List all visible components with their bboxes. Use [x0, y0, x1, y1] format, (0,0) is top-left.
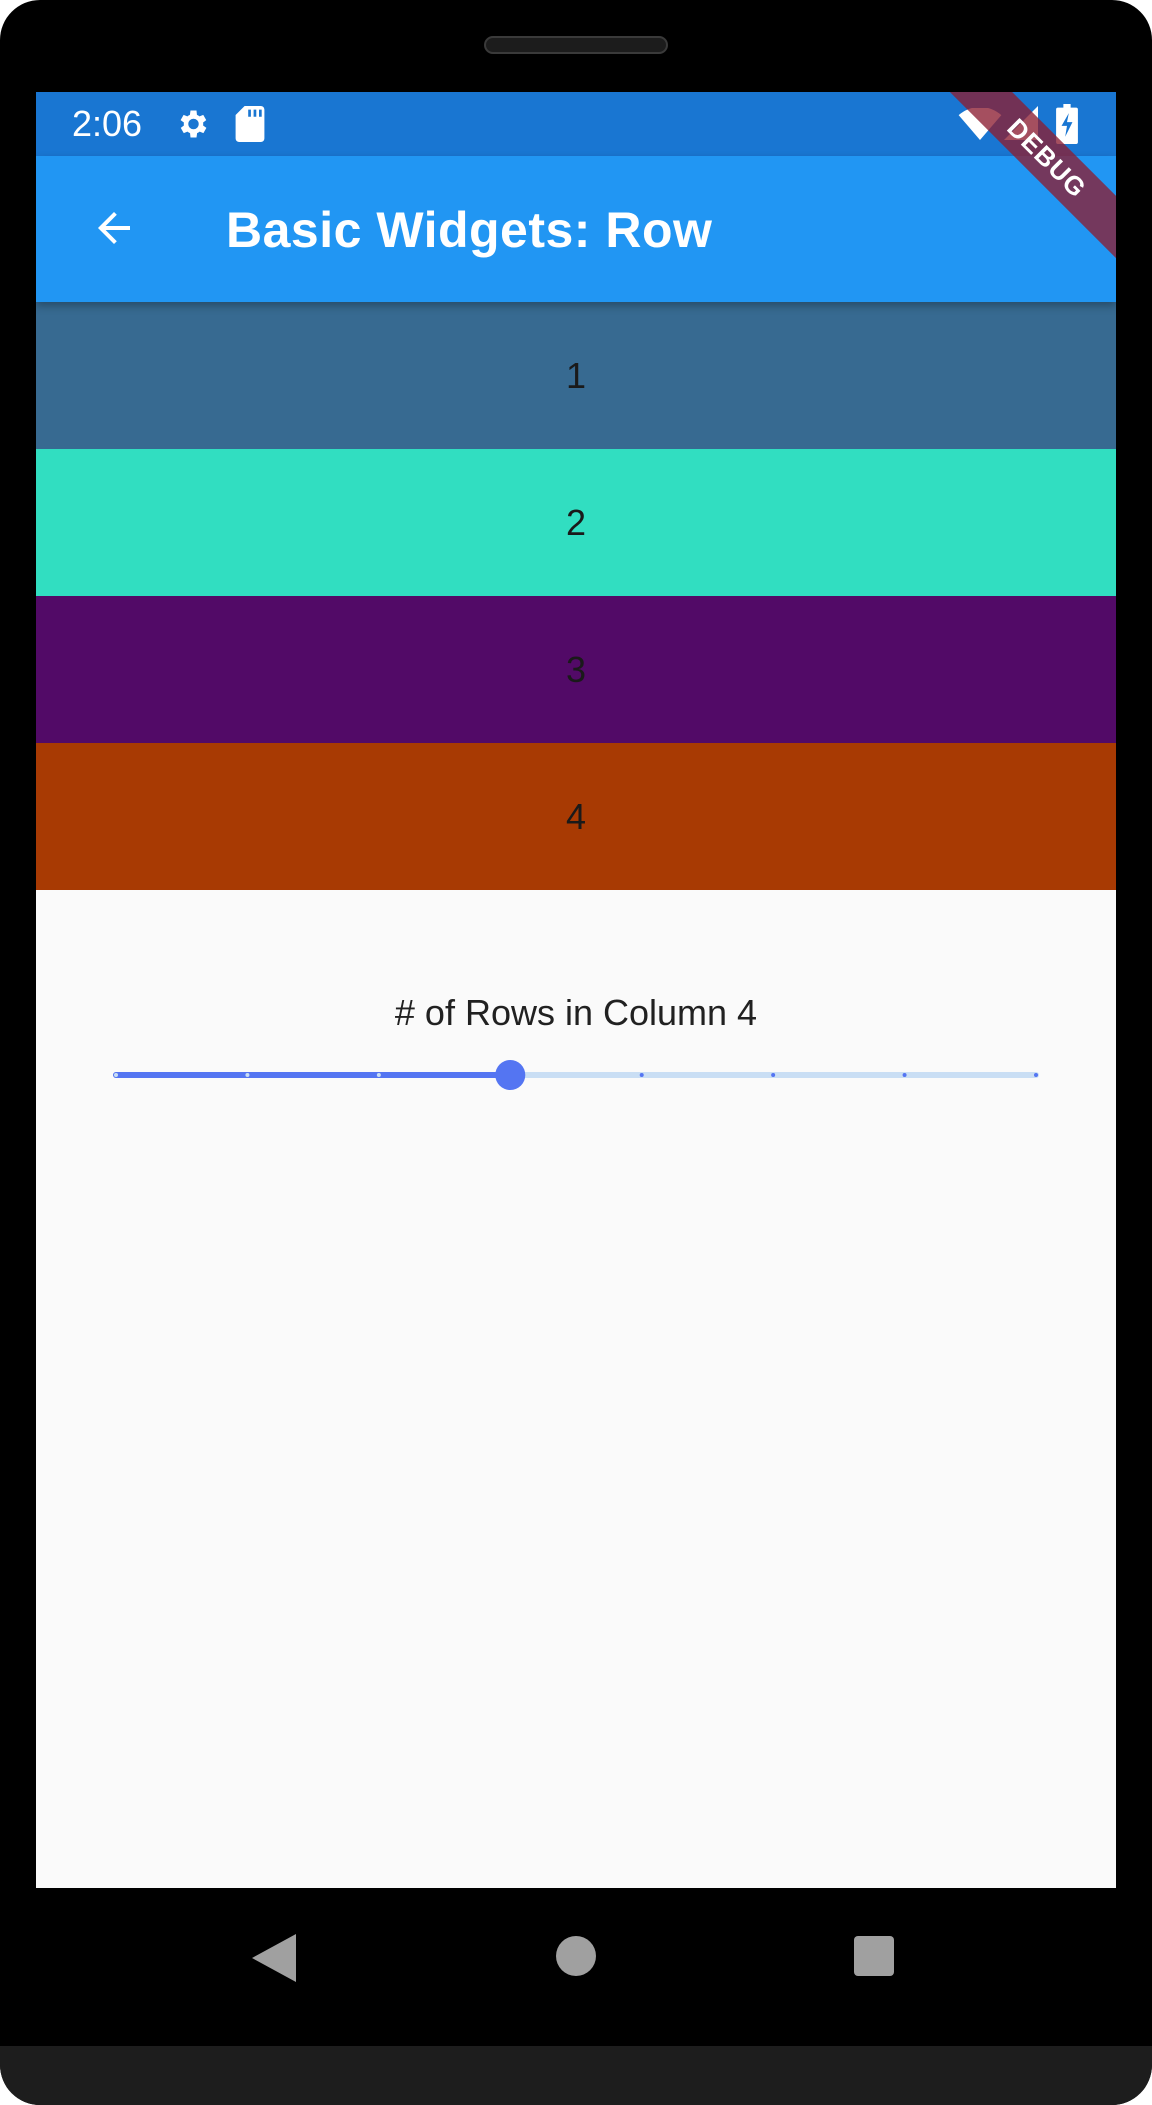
row-label: 2	[565, 501, 587, 543]
slider-tick	[245, 1073, 250, 1077]
speaker-grille	[484, 36, 668, 54]
slider-label: # of Rows in Column 4	[394, 992, 758, 1033]
color-row: 1	[36, 302, 1116, 449]
arrow-back-icon	[90, 204, 138, 257]
color-row: 2	[36, 449, 1116, 596]
back-button[interactable]	[76, 192, 152, 268]
rows-slider[interactable]	[78, 1047, 1074, 1103]
phone-frame: 2:06 Basic Widgets: Row DEBUG 1 2 3 4 # …	[0, 0, 1152, 2105]
slider-tick	[1034, 1073, 1038, 1077]
row-label: 4	[565, 795, 587, 837]
app-bar: Basic Widgets: Row	[36, 156, 1116, 302]
page-title: Basic Widgets: Row	[226, 202, 713, 258]
recents-square-icon[interactable]	[854, 1936, 894, 1981]
back-triangle-icon[interactable]	[252, 1934, 296, 1987]
system-nav-bar	[0, 1888, 1152, 2046]
home-circle-icon[interactable]	[556, 1936, 596, 1981]
row-label: 3	[565, 648, 587, 690]
sd-card-icon	[234, 106, 266, 147]
status-time: 2:06	[72, 103, 143, 144]
slider-tick	[639, 1073, 644, 1077]
row-label: 1	[565, 354, 587, 396]
app-screen: 2:06 Basic Widgets: Row DEBUG 1 2 3 4 # …	[36, 92, 1116, 1888]
color-row: 4	[36, 743, 1116, 890]
slider-tick	[771, 1073, 776, 1077]
color-row: 3	[36, 596, 1116, 743]
slider-tick	[902, 1073, 907, 1077]
status-bar: 2:06	[36, 92, 1116, 156]
gear-icon	[174, 106, 210, 147]
device-chin	[0, 2046, 1152, 2105]
slider-thumb[interactable]	[495, 1060, 526, 1090]
row-list: 1 2 3 4	[36, 302, 1116, 890]
slider-tick	[376, 1073, 381, 1077]
slider-tick	[114, 1073, 118, 1077]
